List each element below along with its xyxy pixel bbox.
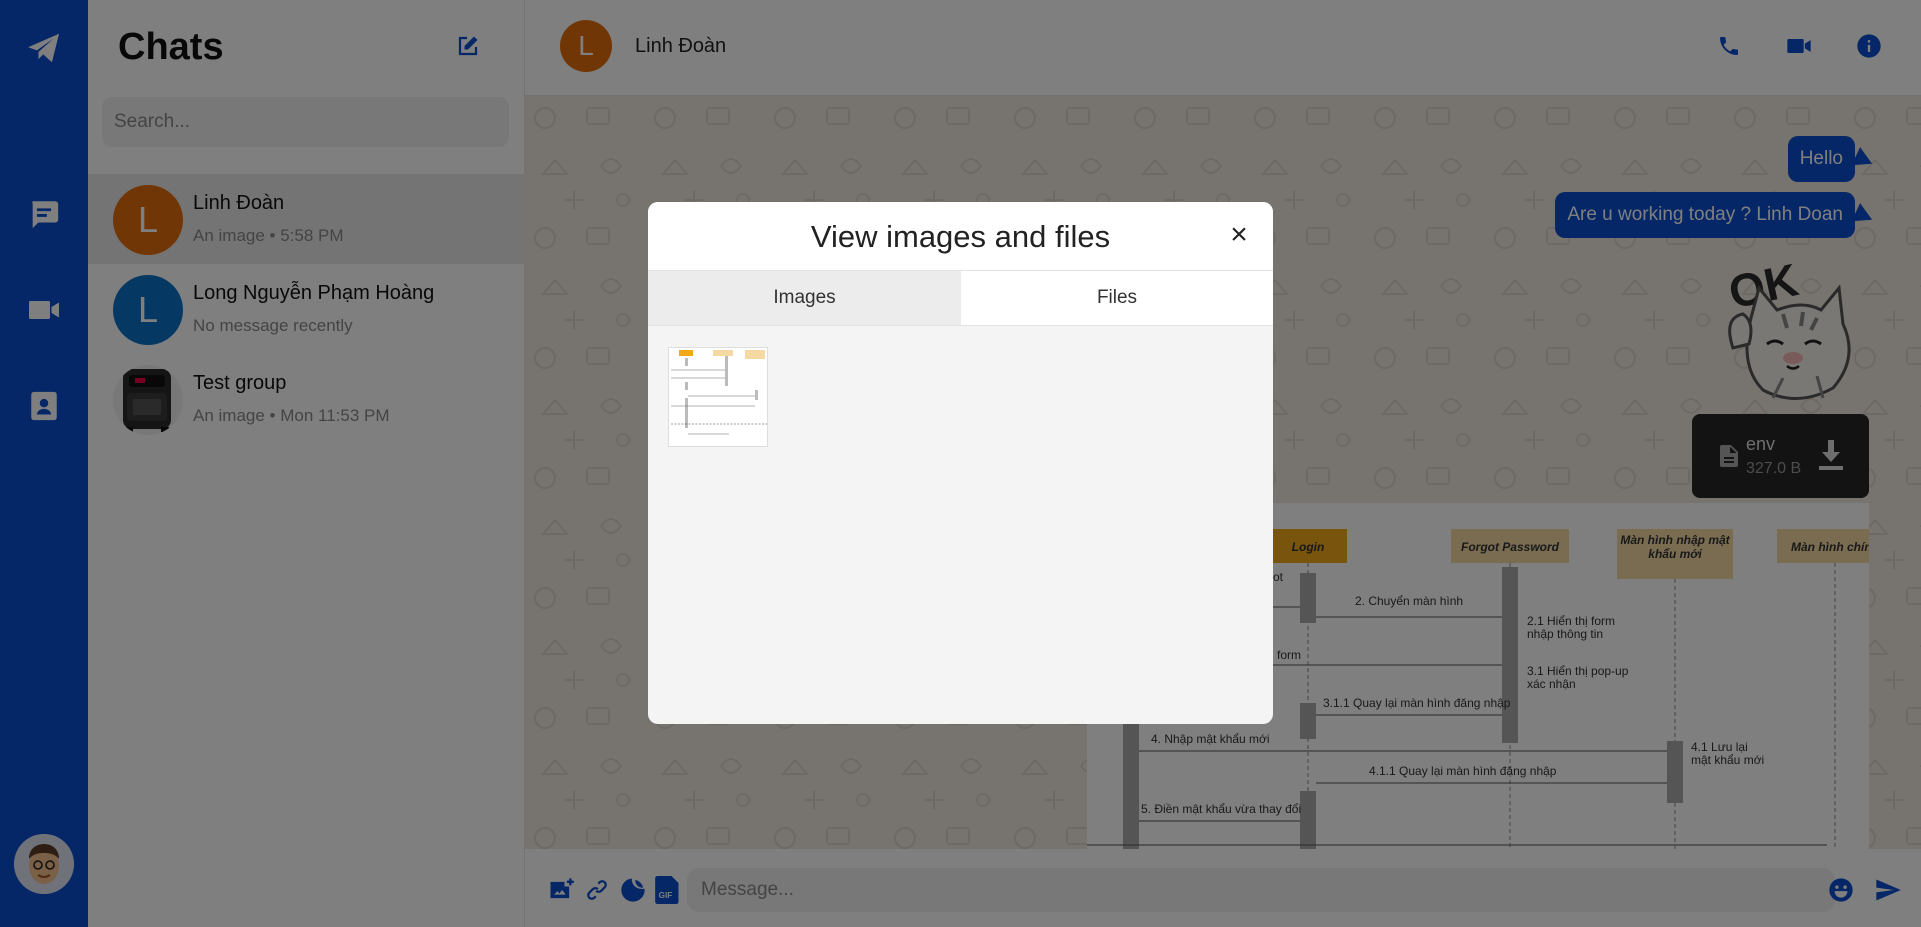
modal-title: View images and files [810, 219, 1111, 254]
tab-files[interactable]: Files [961, 271, 1273, 326]
tab-images[interactable]: Images [648, 271, 961, 326]
modal-header: View images and files × [648, 202, 1273, 271]
close-icon[interactable]: × [1224, 220, 1254, 250]
media-viewer-modal: View images and files × Images Files [648, 202, 1273, 724]
image-thumbnail[interactable] [668, 347, 768, 447]
